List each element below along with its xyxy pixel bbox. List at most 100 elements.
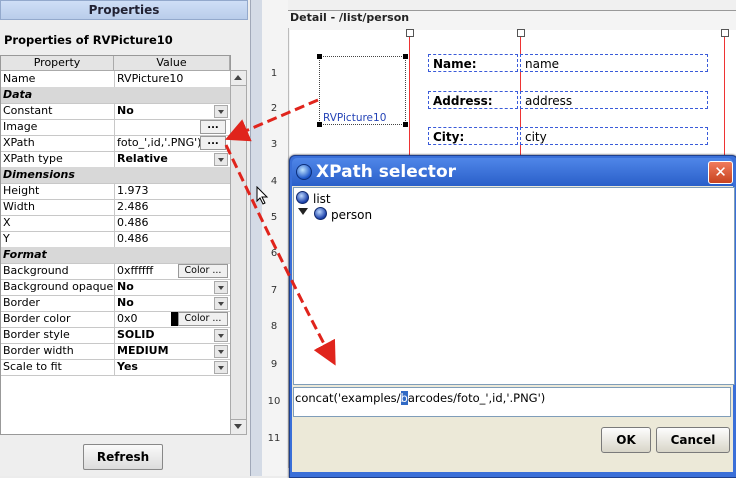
property-value[interactable]: Relative	[115, 151, 230, 167]
property-value-text: No	[117, 104, 134, 117]
property-table-scrollbar[interactable]	[230, 70, 247, 435]
property-row[interactable]: Height 1.973	[1, 183, 230, 200]
property-value[interactable]: No	[115, 103, 230, 119]
property-section-header: Data	[1, 87, 230, 104]
picture-element-label: RVPicture10	[323, 112, 387, 124]
property-value-text: foto_',id,'.PNG')	[117, 136, 202, 149]
property-row[interactable]: Name RVPicture10	[1, 71, 230, 88]
xpath-tree[interactable]: list person	[293, 187, 735, 385]
field-value-address[interactable]: address	[520, 91, 708, 109]
property-value[interactable]: MEDIUM	[115, 343, 230, 359]
tree-node-person[interactable]: person	[314, 207, 372, 222]
property-value[interactable]: 1.973	[115, 183, 230, 199]
property-row[interactable]: Image...	[1, 119, 230, 136]
property-value[interactable]: Yes	[115, 359, 230, 375]
ellipsis-button[interactable]: ...	[200, 136, 226, 150]
property-value[interactable]: No	[115, 279, 230, 295]
guide-handle[interactable]	[721, 29, 729, 37]
tree-node-label: list	[313, 192, 331, 206]
property-row[interactable]: Scale to fit Yes	[1, 359, 230, 376]
ruler-number: 5	[270, 212, 278, 223]
property-value[interactable]: ...	[115, 119, 230, 135]
property-row[interactable]: Y 0.486	[1, 231, 230, 248]
color-picker-button[interactable]: Color ...	[178, 264, 228, 278]
refresh-button[interactable]: Refresh	[83, 444, 163, 470]
property-value[interactable]: 0.486	[115, 215, 230, 231]
xpath-expression-input[interactable]: concat('examples/barcodes/foto_',id,'.PN…	[293, 387, 731, 417]
field-label-name[interactable]: Name:	[428, 54, 518, 72]
ok-button[interactable]: OK	[601, 427, 651, 453]
property-row[interactable]: Background 0xffffff Color ...	[1, 263, 230, 280]
property-value-text: SOLID	[117, 328, 155, 341]
property-value-text: MEDIUM	[117, 344, 169, 357]
xpath-selected-text: b	[400, 391, 408, 405]
property-row[interactable]: Border No	[1, 295, 230, 312]
guide-handle[interactable]	[406, 29, 414, 37]
dropdown-arrow-icon[interactable]	[214, 281, 228, 294]
property-row[interactable]: Border style SOLID	[1, 327, 230, 344]
ruler-number: 2	[270, 103, 278, 114]
mouse-cursor-icon	[256, 186, 269, 205]
dropdown-arrow-icon[interactable]	[214, 105, 228, 118]
field-value-name[interactable]: name	[520, 54, 708, 72]
dropdown-arrow-icon[interactable]	[214, 329, 228, 342]
property-row[interactable]: XPath foto_',id,'.PNG')...	[1, 135, 230, 152]
dropdown-arrow-icon[interactable]	[214, 153, 228, 166]
tree-node-list[interactable]: list	[296, 191, 331, 206]
field-value-city[interactable]: city	[520, 127, 708, 145]
property-row[interactable]: Border color 0x0 Color ...	[1, 311, 230, 328]
ruler-number: 9	[270, 359, 278, 370]
property-name: Image	[1, 119, 115, 135]
guide-line	[409, 35, 410, 155]
property-name: Y	[1, 231, 115, 247]
property-row[interactable]: Width 2.486	[1, 199, 230, 216]
property-row[interactable]: Constant No	[1, 103, 230, 120]
property-row[interactable]: Background opaque No	[1, 279, 230, 296]
property-value-text: No	[117, 296, 134, 309]
detail-band-label: Detail - /list/person	[290, 11, 410, 24]
property-value-text: 0x0	[117, 312, 138, 325]
property-value[interactable]: SOLID	[115, 327, 230, 343]
property-row[interactable]: XPath type Relative	[1, 151, 230, 168]
xpath-text-after-cursor: arcodes/foto_',id,'.PNG')	[407, 391, 546, 405]
properties-panel-title: Properties	[0, 0, 248, 20]
cancel-button[interactable]: Cancel	[656, 427, 730, 453]
selection-handle[interactable]	[317, 54, 322, 59]
field-label-city[interactable]: City:	[428, 127, 518, 145]
expand-toggle-icon[interactable]	[298, 208, 308, 215]
property-row[interactable]: Border width MEDIUM	[1, 343, 230, 360]
property-value[interactable]: No	[115, 295, 230, 311]
dropdown-arrow-icon[interactable]	[214, 361, 228, 374]
scroll-down-arrow-icon[interactable]	[231, 419, 246, 434]
ellipsis-button[interactable]: ...	[200, 120, 226, 134]
close-icon[interactable]: ✕	[708, 161, 733, 184]
scroll-up-arrow-icon[interactable]	[231, 71, 246, 86]
property-name: Border color	[1, 311, 115, 327]
property-value[interactable]: 2.486	[115, 199, 230, 215]
property-value[interactable]: foto_',id,'.PNG')...	[115, 135, 230, 151]
top-ruler	[288, 0, 736, 11]
guide-handle[interactable]	[517, 29, 525, 37]
property-name: Width	[1, 199, 115, 215]
property-value[interactable]: 0.486	[115, 231, 230, 247]
ruler-number: 10	[267, 396, 281, 407]
property-value[interactable]: 0x0 Color ...	[115, 311, 230, 327]
dropdown-arrow-icon[interactable]	[214, 297, 228, 310]
property-row[interactable]: X 0.486	[1, 215, 230, 232]
node-icon	[296, 191, 309, 204]
ruler-number: 1	[270, 68, 278, 79]
property-name: Background opaque	[3, 279, 115, 295]
tree-node-label: person	[331, 208, 373, 222]
property-value[interactable]: RVPicture10	[115, 71, 230, 87]
property-value[interactable]: 0xffffff Color ...	[115, 263, 230, 279]
property-table: Property Value Name RVPicture10 Data Consta…	[0, 55, 231, 435]
dropdown-arrow-icon[interactable]	[214, 345, 228, 358]
selection-handle[interactable]	[403, 54, 408, 59]
selection-handle[interactable]	[317, 122, 322, 127]
property-name: Constant	[1, 103, 115, 119]
property-name: Data	[3, 88, 33, 101]
field-label-address[interactable]: Address:	[428, 91, 518, 109]
selection-handle[interactable]	[403, 122, 408, 127]
property-value-text: No	[117, 280, 134, 293]
color-picker-button[interactable]: Color ...	[178, 312, 228, 326]
